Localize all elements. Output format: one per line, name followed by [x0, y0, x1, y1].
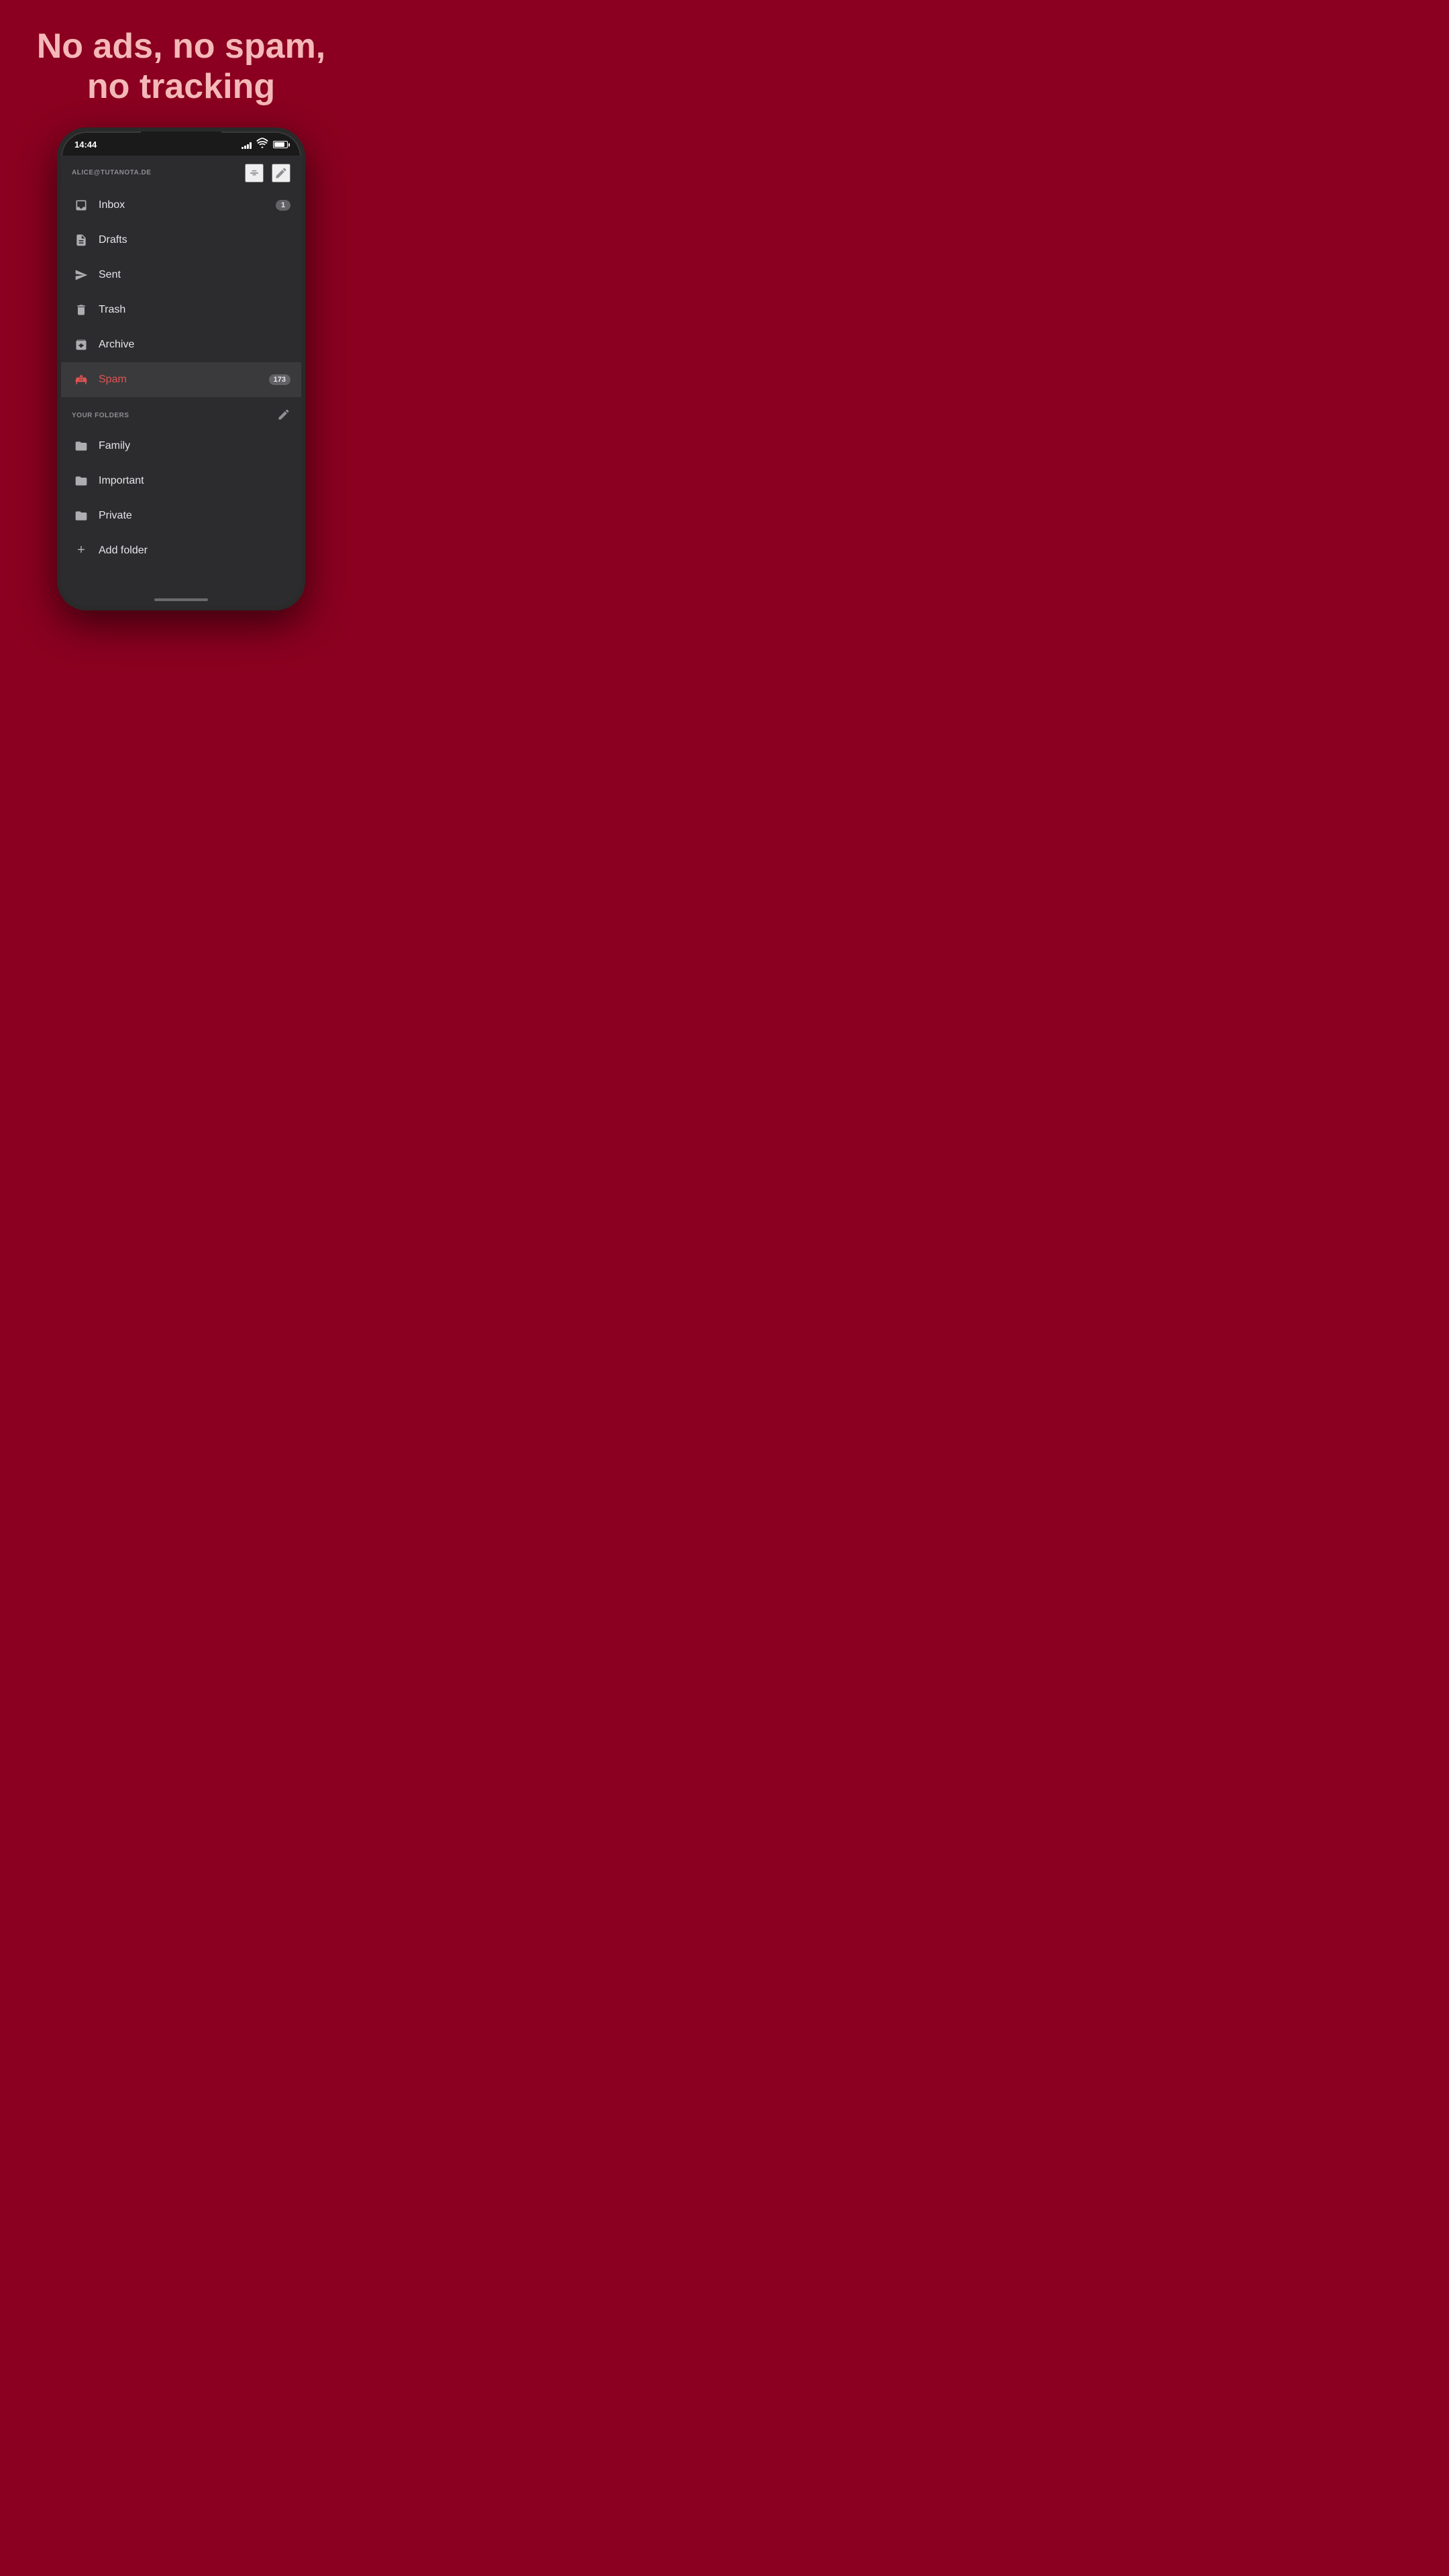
- trash-label: Trash: [99, 304, 290, 316]
- private-label: Private: [99, 510, 290, 522]
- compose-button[interactable]: [272, 164, 290, 182]
- inbox-badge: 1: [276, 200, 290, 211]
- sent-icon: [72, 266, 91, 284]
- account-email: ALICE@TUTANOTA.DE: [72, 169, 151, 176]
- sidebar-item-spam[interactable]: Spam 173: [61, 362, 301, 397]
- sidebar-item-trash[interactable]: Trash: [61, 292, 301, 327]
- home-indicator: [154, 598, 208, 601]
- important-label: Important: [99, 475, 290, 487]
- add-folder-icon: +: [72, 541, 91, 560]
- menu-list: Inbox 1 Drafts Sent: [61, 188, 301, 606]
- spam-icon: [72, 370, 91, 389]
- sent-label: Sent: [99, 269, 290, 281]
- phone-mockup: 14:44 ALICE@TUTANOTA.DE: [57, 127, 305, 610]
- headline-line2: no tracking: [37, 67, 326, 107]
- archive-icon: [72, 335, 91, 354]
- sidebar-item-drafts[interactable]: Drafts: [61, 223, 301, 258]
- folder-private-icon: [72, 506, 91, 525]
- sidebar-item-inbox[interactable]: Inbox 1: [61, 188, 301, 223]
- folder-important-icon: [72, 472, 91, 490]
- app-content: ALICE@TUTANOTA.DE: [61, 156, 301, 606]
- status-icons: [241, 137, 288, 152]
- folder-family-icon: [72, 437, 91, 455]
- folders-edit-button[interactable]: [277, 408, 290, 423]
- headline-line1: No ads, no spam,: [37, 27, 326, 67]
- header-actions: [245, 164, 290, 182]
- phone-notch: [141, 131, 221, 146]
- family-label: Family: [99, 440, 290, 452]
- wifi-icon: [256, 137, 269, 152]
- add-folder-item[interactable]: + Add folder: [61, 533, 301, 568]
- archive-label: Archive: [99, 339, 290, 351]
- spam-badge: 173: [269, 374, 290, 385]
- drafts-icon: [72, 231, 91, 250]
- add-folder-label: Add folder: [99, 545, 290, 557]
- sidebar-item-archive[interactable]: Archive: [61, 327, 301, 362]
- status-time: 14:44: [74, 140, 97, 150]
- sidebar-item-important[interactable]: Important: [61, 464, 301, 498]
- inbox-icon: [72, 196, 91, 215]
- battery-icon: [273, 141, 288, 148]
- drafts-label: Drafts: [99, 234, 290, 246]
- folders-section-title: YOUR FOLDERS: [72, 412, 129, 419]
- headline: No ads, no spam, no tracking: [17, 0, 346, 127]
- filter-button[interactable]: [245, 164, 264, 182]
- sidebar-item-private[interactable]: Private: [61, 498, 301, 533]
- signal-icon: [241, 141, 252, 149]
- folders-section-header: YOUR FOLDERS: [61, 397, 301, 429]
- sidebar-header: ALICE@TUTANOTA.DE: [61, 156, 301, 188]
- trash-icon: [72, 301, 91, 319]
- sidebar-item-sent[interactable]: Sent: [61, 258, 301, 292]
- inbox-label: Inbox: [99, 199, 276, 211]
- spam-label: Spam: [99, 374, 269, 386]
- sidebar-item-family[interactable]: Family: [61, 429, 301, 464]
